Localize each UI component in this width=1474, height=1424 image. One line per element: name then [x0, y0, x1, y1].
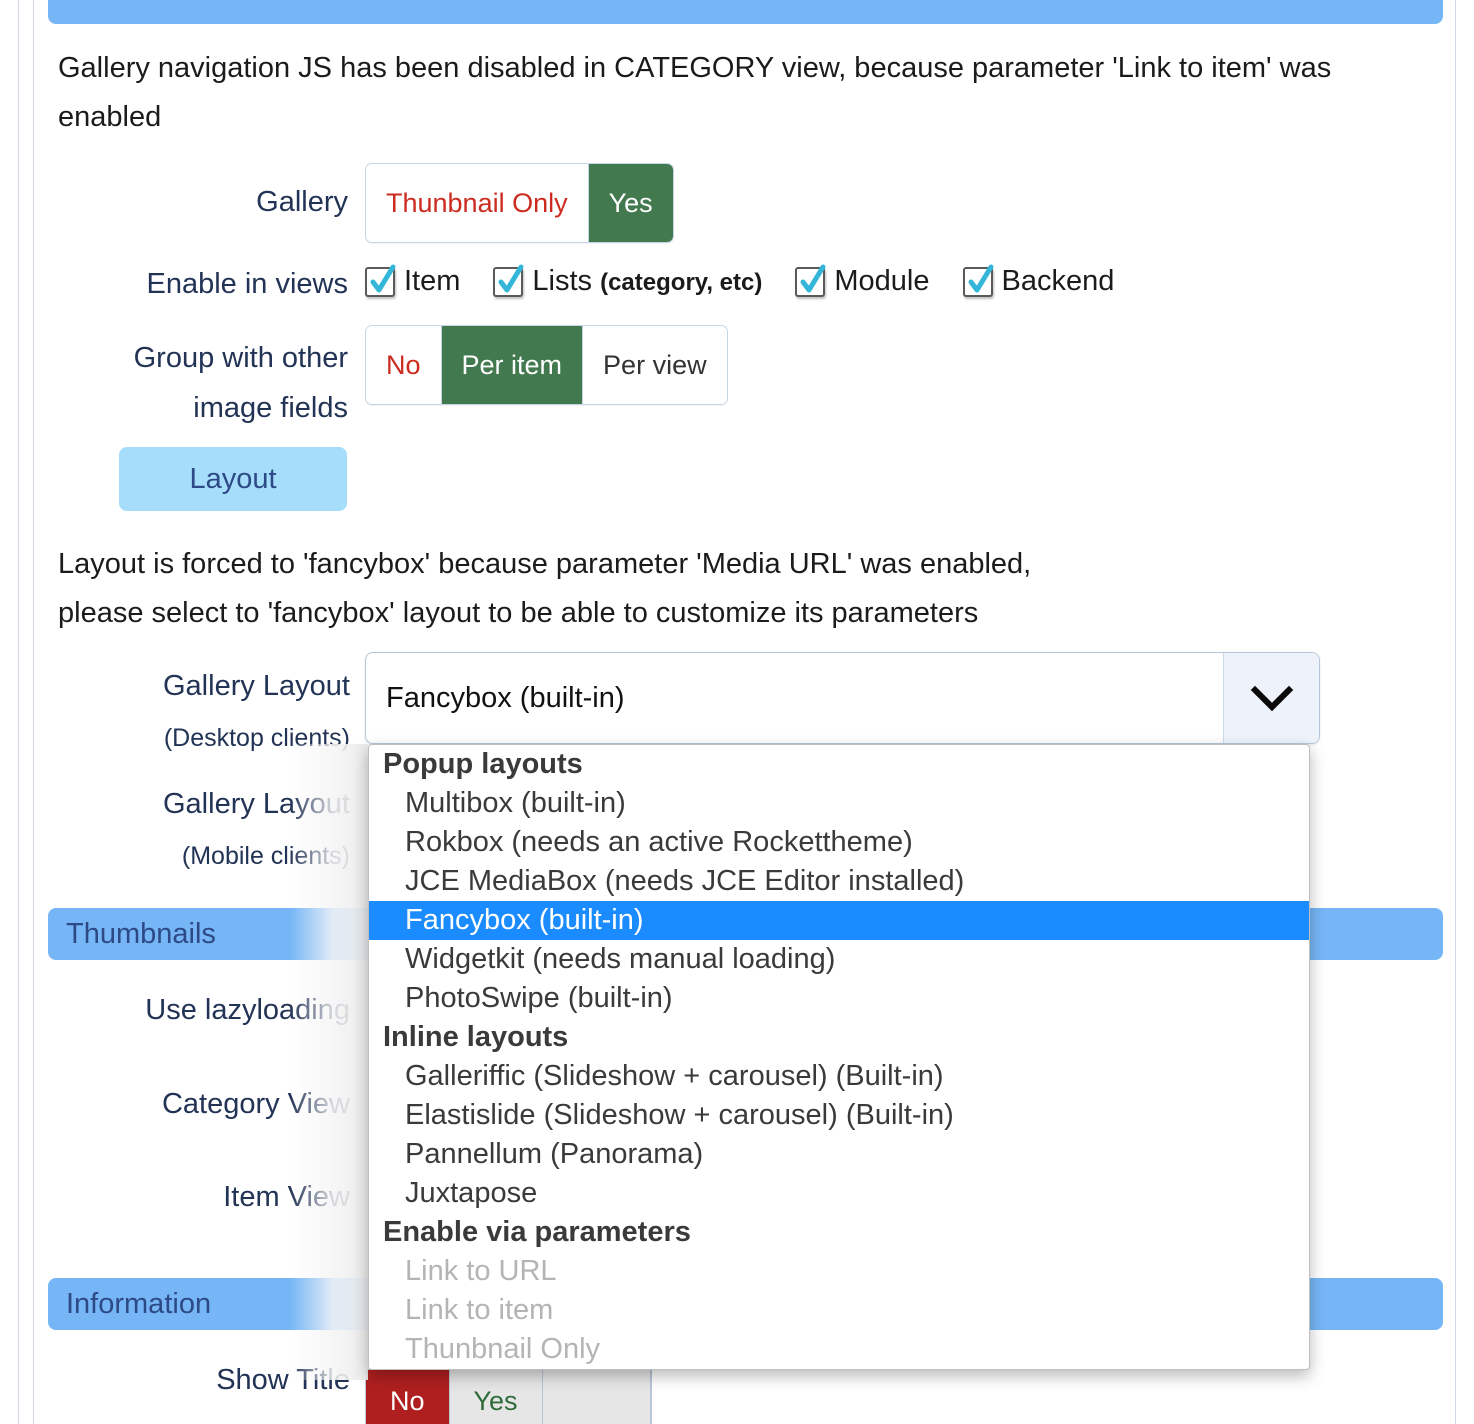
dropdown-group-title: Enable via parameters: [383, 1216, 691, 1248]
page-border-left-outer: [18, 0, 19, 1424]
gallery-layout-select-value: Fancybox (built-in): [386, 681, 625, 714]
dropdown-option[interactable]: Fancybox (built-in): [369, 901, 1309, 940]
group-with-other-toggle[interactable]: No Per item Per view: [365, 325, 728, 405]
gallery-option-yes[interactable]: Yes: [588, 164, 673, 242]
layout-forced-notice-line1: Layout is forced to 'fancybox' because p…: [58, 548, 1032, 580]
gallery-option-thumbnail-only[interactable]: Thunbnail Only: [366, 164, 589, 242]
checkbox-backend[interactable]: Backend: [962, 264, 1115, 298]
item-view-label: Item View: [223, 1181, 350, 1213]
dropdown-option[interactable]: Multibox (built-in): [369, 784, 1309, 823]
group-option-per-item[interactable]: Per item: [441, 326, 584, 404]
show-title-option-yes[interactable]: Yes: [449, 1370, 543, 1424]
enable-in-views-label: Enable in views: [146, 268, 349, 300]
checkbox-icon[interactable]: [795, 264, 826, 297]
dropdown-option[interactable]: PhotoSwipe (built-in): [369, 979, 1309, 1018]
dropdown-group-title: Popup layouts: [383, 748, 583, 780]
dropdown-option: Link to URL: [405, 1255, 557, 1287]
page-border-left-inner: [33, 0, 34, 1424]
gallery-layout-select[interactable]: Fancybox (built-in): [365, 652, 1320, 744]
enable-in-views-checkboxes: Item Lists (category, etc) Module Backen…: [365, 264, 1136, 298]
category-view-label: Category View: [161, 1088, 350, 1120]
checkbox-lists-label-text: Lists: [532, 265, 601, 297]
layout-tab-button[interactable]: Layout: [119, 447, 347, 511]
show-title-toggle[interactable]: No Yes: [365, 1369, 652, 1424]
checkbox-icon[interactable]: [365, 264, 396, 297]
dropdown-option: Link to item: [405, 1294, 554, 1326]
group-with-other-label: Group with other image fields: [133, 342, 348, 424]
dropdown-option[interactable]: Pannellum (Panorama): [369, 1135, 1309, 1174]
settings-panel: Gallery navigation JS has been disabled …: [0, 0, 1474, 1424]
dropdown-option: Thunbnail Only: [405, 1333, 601, 1365]
checkbox-module[interactable]: Module: [795, 264, 930, 298]
checkbox-item-label: Item: [404, 265, 461, 297]
gallery-layout-mobile-label: Gallery Layout: [163, 788, 350, 820]
dropdown-group-title: Inline layouts: [383, 1021, 569, 1053]
layout-forced-notice-line2: please select to 'fancybox' layout to be…: [58, 597, 979, 629]
show-title-label: Show Title: [216, 1364, 350, 1396]
row-group-with-other: Group with other image fields No Per ite…: [58, 325, 958, 433]
gallery-layout-desktop-label: Gallery Layout: [163, 670, 350, 702]
gallery-js-notice: Gallery navigation JS has been disabled …: [58, 52, 1332, 133]
group-option-no[interactable]: No: [366, 326, 442, 404]
section-header-top-clipped: [48, 0, 1443, 24]
chevron-down-icon[interactable]: [1223, 653, 1319, 743]
page-border-right: [1455, 0, 1456, 1424]
layout-tab-label: Layout: [189, 462, 277, 495]
checkbox-lists-label-suffix: (category, etc): [600, 269, 763, 296]
dropdown-option[interactable]: Galleriffic (Slideshow + carousel) (Buil…: [369, 1057, 1309, 1096]
dropdown-option[interactable]: Rokbox (needs an active Rockettheme): [369, 823, 1309, 862]
dropdown-option[interactable]: Juxtapose: [369, 1174, 1309, 1213]
use-lazyloading-label: Use lazyloading: [145, 994, 350, 1026]
checkbox-lists-label: Lists (category, etc): [532, 265, 762, 298]
row-enable-in-views: Enable in views Item Lists (category, et…: [58, 264, 1258, 303]
dropdown-option[interactable]: Widgetkit (needs manual loading): [369, 940, 1309, 979]
checkbox-lists[interactable]: Lists (category, etc): [493, 264, 762, 298]
gallery-layout-desktop-sublabel: (Desktop clients): [163, 724, 350, 752]
group-option-per-view[interactable]: Per view: [583, 326, 727, 404]
checkbox-icon[interactable]: [962, 264, 993, 297]
show-title-option-no[interactable]: No: [366, 1370, 450, 1424]
checkbox-item[interactable]: Item: [365, 264, 461, 298]
checkbox-backend-label: Backend: [1001, 265, 1115, 297]
gallery-layout-mobile-sublabel: (Mobile clients): [181, 842, 350, 870]
checkbox-module-label: Module: [834, 265, 930, 297]
gallery-layout-dropdown[interactable]: Popup layouts Multibox (built-in) Rokbox (…: [368, 744, 1310, 1370]
checkbox-icon[interactable]: [493, 264, 524, 297]
row-gallery: Gallery Thunbnail Only Yes: [58, 163, 758, 243]
show-title-toggle-filler: [542, 1370, 651, 1424]
gallery-label: Gallery: [256, 186, 348, 218]
dropdown-option[interactable]: Elastislide (Slideshow + carousel) (Buil…: [369, 1096, 1309, 1135]
gallery-toggle[interactable]: Thunbnail Only Yes: [365, 163, 674, 243]
dropdown-option[interactable]: JCE MediaBox (needs JCE Editor installed…: [369, 862, 1309, 901]
